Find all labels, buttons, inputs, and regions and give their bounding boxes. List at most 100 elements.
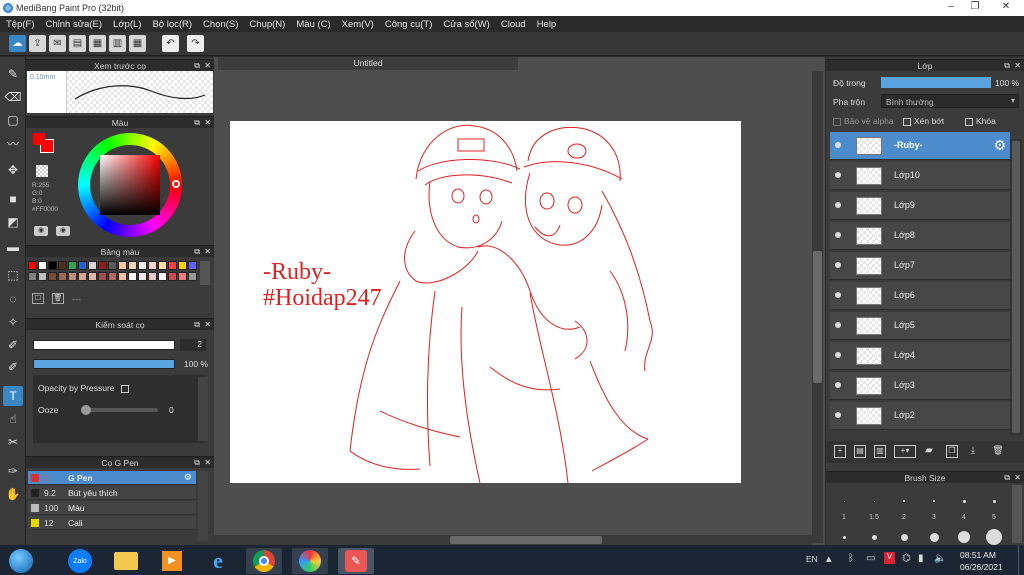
brush-list-item[interactable]: 100 Màu: [28, 501, 196, 515]
canvas-horizontal-scrollbar[interactable]: [214, 535, 812, 545]
palette-swatch[interactable]: [158, 272, 167, 281]
visibility-icon[interactable]: [835, 322, 841, 328]
delete-palette-icon[interactable]: 🗑: [52, 293, 64, 304]
menu-tools[interactable]: Công cụ(T): [385, 19, 433, 30]
palette-swatch[interactable]: [148, 272, 157, 281]
palette-swatch[interactable]: [28, 272, 37, 281]
brush-size-value[interactable]: 2: [180, 339, 206, 351]
brush-size-dot[interactable]: [992, 499, 996, 503]
text-tool-icon[interactable]: T: [3, 386, 23, 406]
brush-size-dot[interactable]: [873, 500, 875, 502]
close-icon[interactable]: ✕: [990, 0, 1022, 14]
palette-swatch[interactable]: [108, 272, 117, 281]
upload-icon[interactable]: ⇪: [29, 35, 46, 52]
new-8bit-layer-icon[interactable]: ▥: [874, 445, 886, 458]
duplicate-layer-icon[interactable]: ❐: [946, 445, 958, 458]
layer-row[interactable]: Lớp4: [830, 342, 1010, 370]
color-mode-icon[interactable]: ◉: [56, 226, 70, 236]
brush-size-dot[interactable]: [843, 500, 845, 502]
canvas-paper[interactable]: -Ruby- #Hoidap247: [230, 121, 741, 483]
tray-icon[interactable]: ▴: [826, 552, 832, 565]
add-layer-menu-icon[interactable]: +▾: [894, 445, 916, 458]
menu-cloud[interactable]: Cloud: [501, 19, 526, 30]
brush-size-dot[interactable]: [933, 500, 935, 502]
grid-icon[interactable]: ▦: [129, 35, 146, 52]
popout-icon[interactable]: ⧉: [194, 457, 200, 469]
cloud-icon[interactable]: ☁: [9, 35, 26, 52]
palette-swatch[interactable]: [188, 272, 197, 281]
visibility-icon[interactable]: [835, 202, 841, 208]
visibility-icon[interactable]: [835, 142, 841, 148]
antivirus-icon[interactable]: V: [884, 552, 895, 564]
page-icon[interactable]: ▦: [89, 35, 106, 52]
close-icon[interactable]: ✕: [204, 117, 211, 129]
menu-window[interactable]: Cửa sổ(W): [443, 19, 489, 30]
volume-icon[interactable]: 🔈: [934, 553, 946, 564]
layer-row[interactable]: Lớp6: [830, 282, 1010, 310]
palette-swatch[interactable]: [68, 272, 77, 281]
palette-scrollbar[interactable]: [200, 261, 210, 285]
palette-swatch[interactable]: [98, 261, 107, 270]
palette-swatch[interactable]: [128, 272, 137, 281]
brush-size-dot[interactable]: [871, 534, 877, 540]
language-indicator[interactable]: EN: [806, 554, 818, 564]
lock-checkbox[interactable]: [965, 117, 973, 126]
palette-swatch[interactable]: [138, 272, 147, 281]
brush-list-item[interactable]: 9.2 Bút yêu thích: [28, 486, 196, 500]
brush-size-dot[interactable]: [929, 532, 939, 542]
visibility-icon[interactable]: [835, 262, 841, 268]
document-tab[interactable]: Untitled: [218, 57, 518, 70]
brush-options-scrollbar[interactable]: [198, 377, 208, 441]
menu-color[interactable]: Màu (C): [296, 19, 330, 30]
close-icon[interactable]: ✕: [204, 457, 211, 469]
blend-mode-select[interactable]: Bình thường ▾: [881, 94, 1019, 108]
layer-row[interactable]: -Ruby- ⚙: [830, 132, 1010, 160]
palette-swatch[interactable]: [168, 272, 177, 281]
layer-list-scrollbar[interactable]: [1010, 139, 1022, 435]
brush-size-dot[interactable]: [958, 531, 970, 543]
opacity-slider[interactable]: [33, 359, 175, 369]
new-halftone-layer-icon[interactable]: ▤: [854, 445, 866, 458]
new-palette-icon[interactable]: ☐: [32, 293, 44, 304]
close-icon[interactable]: ✕: [1014, 472, 1021, 484]
doc-icon[interactable]: ▤: [69, 35, 86, 52]
brush-size-scrollbar[interactable]: [1012, 485, 1022, 543]
brush-list-scrollbar[interactable]: [198, 471, 208, 541]
lasso-tool-icon[interactable]: ◌: [3, 289, 23, 309]
brush-size-slider[interactable]: [33, 340, 175, 350]
palette-swatch[interactable]: [38, 261, 47, 270]
media-player-icon[interactable]: ▶: [154, 548, 190, 574]
clipping-option[interactable]: Xén bớt: [903, 116, 944, 126]
start-button[interactable]: [4, 548, 38, 574]
material-icon[interactable]: ▥: [109, 35, 126, 52]
palette-swatch[interactable]: [178, 261, 187, 270]
move-tool-icon[interactable]: ✥: [3, 160, 23, 180]
operation-tool-icon[interactable]: ☝: [3, 409, 23, 429]
hand-tool-icon[interactable]: ✋: [3, 484, 23, 504]
gear-icon[interactable]: ⚙: [993, 137, 1006, 154]
new-layer-icon[interactable]: +: [834, 445, 846, 458]
restore-icon[interactable]: ❐: [964, 0, 986, 14]
ooze-slider[interactable]: [81, 405, 158, 415]
redo-icon[interactable]: ↷: [187, 35, 204, 52]
brush-size-dot[interactable]: [903, 500, 905, 502]
menu-filter[interactable]: Bộ lọc(R): [152, 19, 192, 30]
menu-help[interactable]: Help: [537, 19, 557, 30]
layer-row[interactable]: Lớp3: [830, 372, 1010, 400]
merge-down-icon[interactable]: ⤓: [966, 445, 980, 458]
palette-swatch[interactable]: [58, 272, 67, 281]
layer-scroll-thumb[interactable]: [1012, 141, 1020, 433]
select-tool-icon[interactable]: ⬚: [3, 265, 23, 285]
palette-swatch[interactable]: [58, 261, 67, 270]
show-desktop-button[interactable]: [1018, 545, 1024, 575]
palette-swatch[interactable]: [78, 272, 87, 281]
pressure-checkbox[interactable]: [120, 384, 129, 393]
palette-swatch[interactable]: [78, 261, 87, 270]
palette-swatch[interactable]: [168, 261, 177, 270]
brush-list-item[interactable]: 2 G Pen ⚙: [28, 471, 196, 485]
folder-icon[interactable]: ▰: [922, 445, 936, 458]
file-explorer-icon[interactable]: [108, 548, 144, 574]
close-icon[interactable]: ✕: [204, 246, 211, 258]
palette-swatch[interactable]: [48, 261, 57, 270]
lock-option[interactable]: Khóa: [965, 116, 996, 126]
